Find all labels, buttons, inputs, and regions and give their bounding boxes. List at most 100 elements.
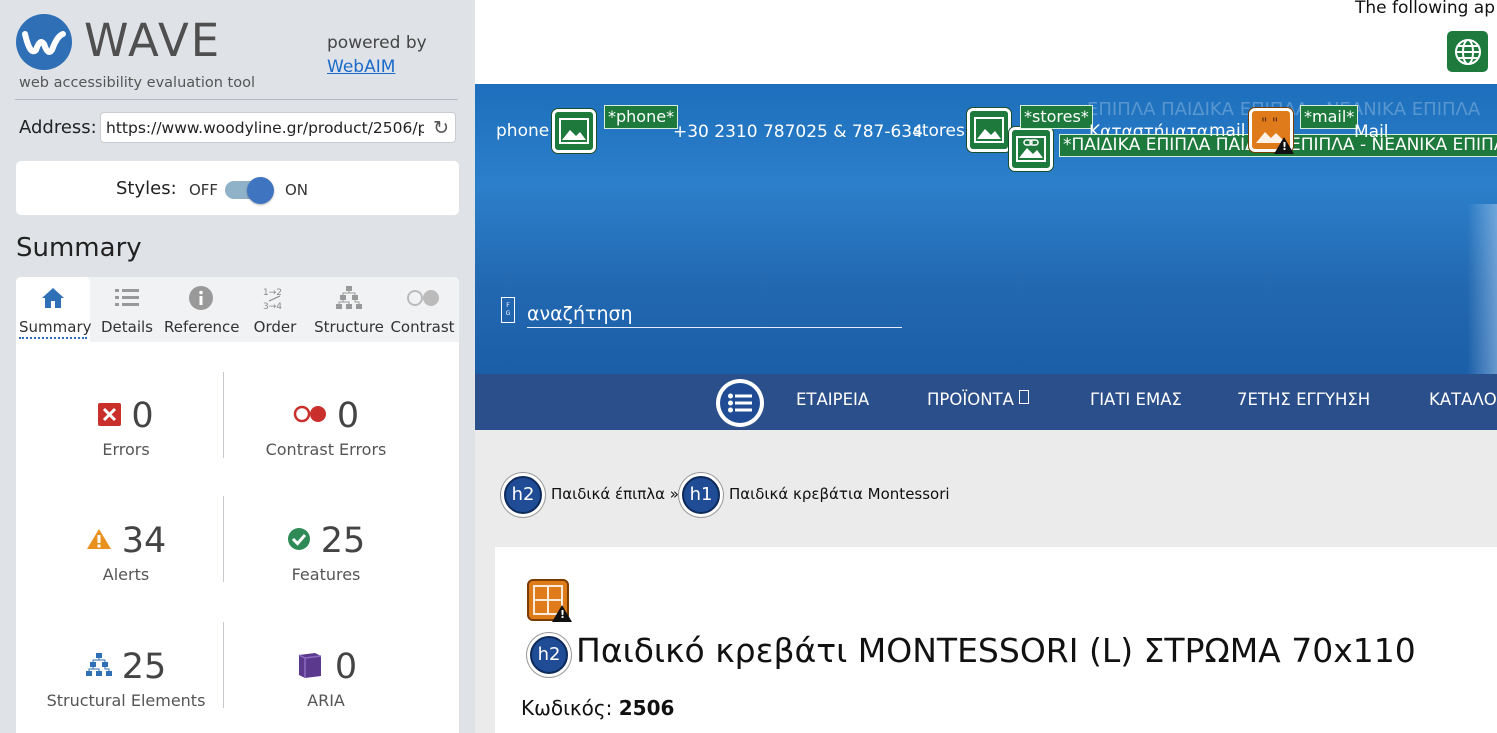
- styles-off-label: OFF: [189, 181, 219, 199]
- wave-wordmark: WAVE: [84, 14, 222, 67]
- alerts-label: Alerts: [102, 565, 150, 584]
- contrast-errors-label: Contrast Errors: [265, 440, 387, 459]
- main-nav: ΕΤΑΙΡΕΙΑ ΠΡΟΪΟΝΤΑ ΓΙΑΤΙ ΕΜΑΣ 7ΕΤΗΣ ΕΓΓΥΗ…: [475, 374, 1497, 430]
- wave-logo-icon: [16, 14, 72, 70]
- evaluated-page: The following ap ΕΠΙΠΛΑ ΠΑΙΔΙΚΑ ΕΠΙΠΛΑ -…: [475, 0, 1497, 733]
- errors-count: 0: [131, 396, 154, 436]
- tab-contrast-label: Contrast: [390, 318, 455, 336]
- h1-badge-text: h1: [682, 476, 720, 514]
- product-code-label: Κωδικός:: [521, 696, 613, 720]
- nav-item-warranty[interactable]: 7ΕΤΗΣ ΕΓΓΥΗΣΗ: [1237, 390, 1370, 409]
- divider: [15, 99, 458, 100]
- heading-h1-badge[interactable]: h1: [679, 473, 723, 517]
- nav-item-why-us[interactable]: ΓΙΑΤΙ ΕΜΑΣ: [1090, 390, 1182, 409]
- mail-label: mail: [1209, 121, 1246, 141]
- nav-item-catalog[interactable]: ΚΑΤΑΛΟ: [1429, 390, 1497, 409]
- nav-item-products-label: ΠΡΟΪΟΝΤΑ: [927, 390, 1014, 409]
- h2-badge-text: h2: [530, 636, 568, 674]
- wave-tabs: Summary Details Reference 1→2 3→4 Order S…: [16, 277, 459, 342]
- mail-text[interactable]: Mail: [1354, 122, 1389, 142]
- info-icon: [164, 286, 238, 310]
- tab-details[interactable]: Details: [90, 277, 164, 342]
- list-feature-icon[interactable]: [716, 379, 764, 427]
- product-code: Κωδικός: 2506: [521, 696, 674, 720]
- refresh-icon[interactable]: ↻: [433, 117, 449, 139]
- stat-structural[interactable]: 25 Structural Elements: [21, 647, 231, 710]
- product-title: Παιδικό κρεβάτι MONTESSORI (L) ΣΤΡΩΜΑ 70…: [576, 631, 1416, 670]
- linked-image-icon[interactable]: [1009, 127, 1053, 171]
- heading-h2-badge[interactable]: h2: [527, 633, 571, 677]
- site-header: ΕΠΙΠΛΑ ΠΑΙΔΙΚΑ ΕΠΙΠΛΑ - ΝΕΑΝΙΚΑ ΕΠΙΠΛΑ p…: [475, 84, 1497, 374]
- alerts-count: 34: [121, 521, 167, 561]
- language-globe-icon[interactable]: [1447, 31, 1488, 72]
- mail-alt-tag: *mail*: [1300, 105, 1359, 129]
- top-notice-text: The following ap: [1354, 0, 1495, 18]
- webaim-link[interactable]: WebAIM: [327, 57, 395, 77]
- tab-summary[interactable]: Summary: [16, 277, 92, 342]
- tab-reference-label: Reference: [164, 318, 240, 336]
- search-underline: [527, 327, 902, 328]
- form-label-icon: FG: [501, 297, 515, 323]
- stat-features[interactable]: 25 Features: [221, 521, 431, 584]
- tab-details-label: Details: [100, 318, 153, 336]
- wave-sidebar: WAVE web accessibility evaluation tool p…: [0, 0, 475, 733]
- aria-label: ARIA: [307, 691, 345, 710]
- stat-errors[interactable]: 0 Errors: [21, 396, 231, 459]
- stores-label: stores: [913, 121, 965, 141]
- list-icon: [90, 286, 164, 310]
- stores-alt-tag: *stores*: [1020, 105, 1093, 129]
- phone-number[interactable]: +30 2310 787025 & 787-634: [673, 122, 923, 142]
- styles-toggle-knob[interactable]: [247, 177, 274, 204]
- errors-label: Errors: [102, 440, 150, 459]
- nav-item-products[interactable]: ΠΡΟΪΟΝΤΑ: [927, 390, 1030, 409]
- tab-structure-label: Structure: [314, 318, 384, 336]
- tab-summary-label: Summary: [19, 318, 92, 339]
- image-feature-icon[interactable]: [552, 109, 596, 153]
- hierarchy-icon: [312, 286, 386, 310]
- powered-by-text: powered by: [327, 33, 427, 53]
- stat-contrast-errors[interactable]: 0 Contrast Errors: [221, 396, 431, 459]
- heading-h2-badge[interactable]: h2: [501, 473, 545, 517]
- structural-label: Structural Elements: [46, 691, 206, 710]
- warning-triangle-icon: [1274, 137, 1294, 154]
- address-value[interactable]: https://www.woodyline.gr/product/2506/pa: [106, 119, 424, 137]
- features-count: 25: [320, 521, 366, 561]
- styles-toggle-panel: Styles: OFF ON: [16, 161, 459, 215]
- address-label: Address:: [19, 117, 97, 138]
- phone-alt-tag: *phone*: [604, 105, 679, 129]
- breadcrumb-parent[interactable]: Παιδικά έπιπλα »: [551, 485, 679, 503]
- features-label: Features: [291, 565, 361, 584]
- stat-aria[interactable]: 0 ARIA: [221, 647, 431, 710]
- phone-label: phone: [496, 121, 550, 141]
- address-input[interactable]: https://www.woodyline.gr/product/2506/pa…: [100, 112, 456, 143]
- summary-heading: Summary: [16, 233, 142, 263]
- svg-text:3→4: 3→4: [263, 302, 282, 311]
- contrast-error-icon: [293, 405, 327, 427]
- search-input[interactable]: αναζήτηση: [527, 303, 633, 325]
- wave-tagline: web accessibility evaluation tool: [19, 75, 255, 91]
- error-icon: [98, 402, 122, 430]
- home-icon: [16, 286, 90, 310]
- product-code-value: 2506: [618, 696, 675, 720]
- summary-panel: 0 Errors 0 Contrast Errors 34 Alerts 25 …: [16, 342, 459, 733]
- aria-cube-icon: [295, 650, 325, 684]
- structure-icon: [85, 653, 112, 681]
- header-decoration: [1467, 204, 1497, 374]
- structural-count: 25: [121, 647, 167, 687]
- contrast-icon: [386, 286, 459, 310]
- feature-check-icon: [287, 527, 311, 555]
- order-icon: 1→2 3→4: [238, 286, 312, 311]
- image-feature-icon[interactable]: [967, 108, 1011, 152]
- h2-badge-text: h2: [504, 476, 542, 514]
- tab-order[interactable]: 1→2 3→4 Order: [238, 277, 312, 342]
- stat-alerts[interactable]: 34 Alerts: [21, 521, 231, 584]
- tab-order-label: Order: [253, 318, 297, 336]
- contrast-errors-count: 0: [336, 396, 360, 436]
- styles-on-label: ON: [285, 181, 309, 199]
- warning-triangle-icon: [552, 605, 572, 622]
- tab-contrast[interactable]: Contrast: [386, 277, 459, 342]
- tab-reference[interactable]: Reference: [164, 277, 240, 342]
- styles-label: Styles:: [116, 178, 177, 199]
- tab-structure[interactable]: Structure: [312, 277, 386, 342]
- nav-item-company[interactable]: ΕΤΑΙΡΕΙΑ: [796, 390, 869, 409]
